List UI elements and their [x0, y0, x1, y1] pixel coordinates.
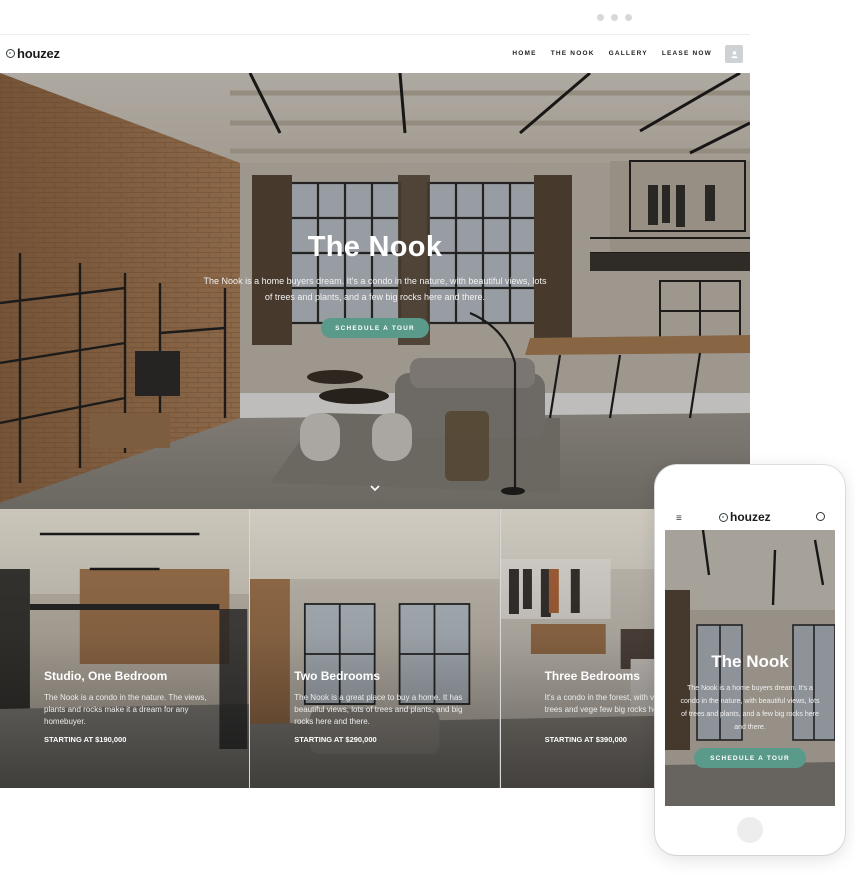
mobile-hero: The Nook The Nook is a home buyers dream… [665, 530, 835, 806]
window-dot-icon[interactable] [625, 14, 632, 21]
card-description: The Nook is a great place to buy a home.… [294, 693, 463, 726]
card-title: Three Bedrooms [544, 669, 640, 683]
mobile-hero-title: The Nook [711, 652, 789, 671]
mobile-mockup: ≡ houzez The Nook The Nook is a home buy… [655, 465, 845, 855]
window-dot-icon[interactable] [597, 14, 604, 21]
window-dot-icon[interactable] [611, 14, 618, 21]
hamburger-menu-icon[interactable]: ≡ [676, 513, 682, 524]
user-icon[interactable] [816, 512, 825, 521]
card-description: The Nook is a condo in the nature. The v… [44, 693, 207, 726]
user-account-button[interactable] [725, 45, 743, 63]
mobile-hero-description: The Nook is a home buyers dream. It's a … [680, 685, 820, 731]
user-icon [730, 50, 738, 58]
mobile-schedule-tour-button[interactable]: SCHEDULE A TOUR [694, 748, 806, 768]
mobile-header: ≡ houzez [665, 506, 835, 530]
browser-chrome [0, 0, 750, 34]
unit-card-studio[interactable]: Studio, One Bedroom The Nook is a condo … [0, 509, 250, 788]
nav-item-the-nook[interactable]: THE NOOK [551, 50, 595, 57]
unit-card-two-bedrooms[interactable]: Two Bedrooms The Nook is a great place t… [250, 509, 500, 788]
window-dots [597, 14, 632, 21]
mobile-logo-text: houzez [730, 510, 771, 524]
chevron-down-icon[interactable] [369, 483, 381, 493]
card-price: STARTING AT $290,000 [294, 735, 377, 744]
card-price: STARTING AT $190,000 [44, 735, 127, 744]
desktop-site: houzez HOME THE NOOK GALLERY LEASE NOW T… [0, 34, 750, 788]
schedule-tour-button[interactable]: SCHEDULE A TOUR [321, 318, 429, 338]
hero-title: The Nook [307, 231, 443, 263]
hero-description: The Nook is a home buyers dream. It's a … [203, 276, 547, 302]
logo-text: houzez [17, 46, 60, 61]
home-button[interactable] [737, 817, 763, 843]
card-title: Studio, One Bedroom [44, 669, 168, 683]
logo[interactable]: houzez [6, 46, 60, 61]
location-pin-icon [719, 512, 728, 522]
top-navbar: houzez HOME THE NOOK GALLERY LEASE NOW [0, 34, 750, 73]
main-nav: HOME THE NOOK GALLERY LEASE NOW [512, 50, 712, 57]
card-price: STARTING AT $390,000 [544, 735, 627, 744]
mobile-logo[interactable]: houzez [719, 510, 771, 524]
card-title: Two Bedrooms [294, 669, 381, 683]
nav-item-home[interactable]: HOME [512, 50, 536, 57]
location-pin-icon [6, 49, 15, 58]
nav-item-gallery[interactable]: GALLERY [609, 50, 648, 57]
unit-cards: Studio, One Bedroom The Nook is a condo … [0, 509, 750, 788]
hero-section: The Nook The Nook is a home buyers dream… [0, 73, 750, 509]
nav-item-lease-now[interactable]: LEASE NOW [662, 50, 712, 57]
card-overlay [250, 509, 500, 788]
card-overlay [0, 509, 250, 788]
